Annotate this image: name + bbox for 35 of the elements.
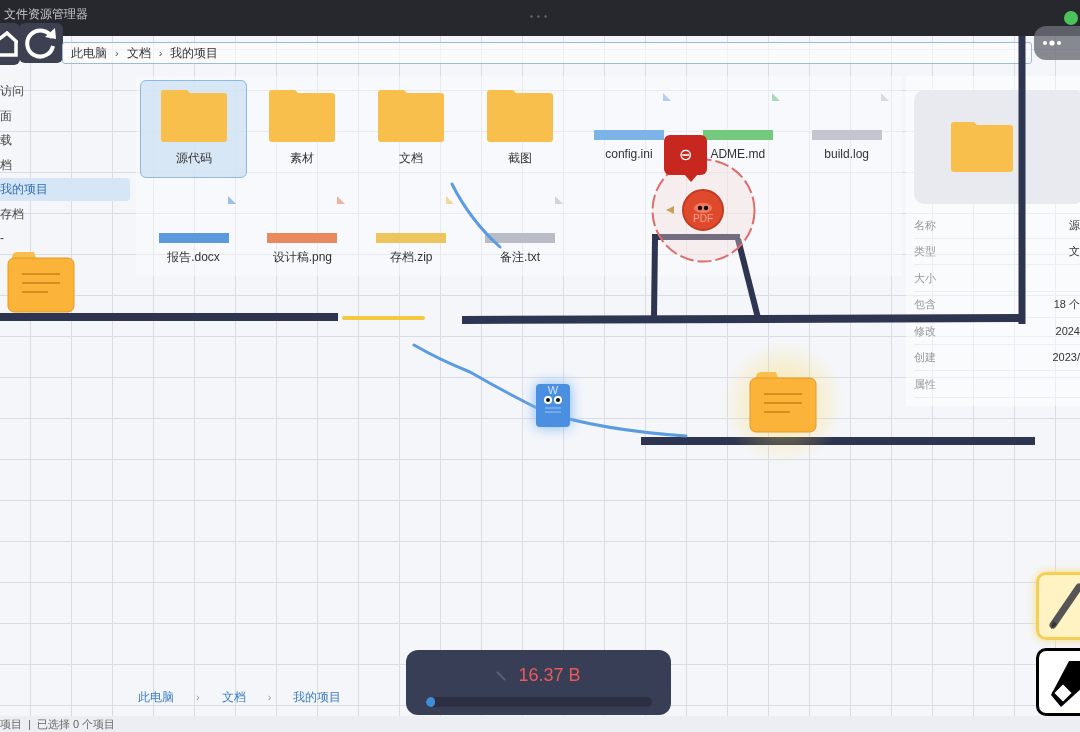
file-name: 备注.txt	[500, 249, 541, 266]
detail-label: 大小	[914, 270, 936, 286]
file-name: build.log	[824, 146, 869, 163]
character-label: PDF	[693, 214, 713, 224]
ink-reading: 16.37 B	[518, 664, 581, 687]
file-name: 文档	[399, 150, 424, 167]
file-name: 存档.zip	[389, 249, 433, 266]
file-name: config.ini	[605, 146, 653, 163]
file-name: 素材	[290, 150, 315, 167]
detail-label: 名称	[914, 217, 936, 233]
detail-value: 文	[1069, 244, 1080, 259]
detail-label: 创建	[914, 350, 936, 365]
alert-tooltip: ⊖	[664, 135, 707, 175]
status-text: 项目	[0, 716, 22, 732]
breadcrumb-separator: ›	[267, 689, 272, 705]
status-text: |	[28, 716, 31, 732]
file-name: 设计稿.png	[272, 249, 332, 266]
window-title: 文件资源管理器	[4, 8, 88, 21]
detail-label: 修改	[914, 323, 936, 339]
breadcrumb-separator: ›	[196, 689, 200, 705]
file-name: ADME.md	[710, 146, 766, 163]
detail-label: 属性	[914, 376, 936, 392]
file-name: 截图	[508, 150, 533, 167]
detail-label: 包含	[914, 297, 936, 312]
detail-value: 源	[1069, 217, 1080, 233]
status-text: 已选择 0 个项目	[36, 716, 116, 732]
detail-value: 2024	[1055, 323, 1080, 339]
breadcrumb-separator: ›	[158, 45, 163, 61]
detail-label: 类型	[914, 244, 936, 259]
file-name: 源代码	[175, 150, 212, 167]
character-label: W	[547, 384, 559, 396]
detail-value: 2023/	[1052, 350, 1080, 365]
breadcrumb-separator: ›	[115, 45, 119, 61]
detail-value: 18 个	[1053, 297, 1080, 312]
file-name: 报告.docx	[167, 249, 220, 266]
